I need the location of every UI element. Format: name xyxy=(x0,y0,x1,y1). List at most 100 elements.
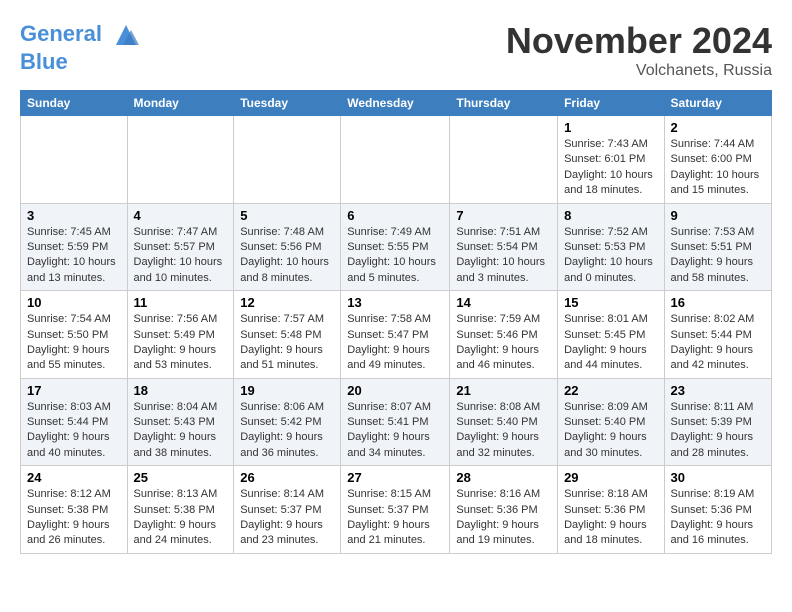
calendar-cell: 29 Sunrise: 8:18 AMSunset: 5:36 PMDayligh… xyxy=(558,466,664,554)
weekday-header-sunday: Sunday xyxy=(21,91,128,116)
day-number: 11 xyxy=(134,295,228,310)
title-block: November 2024 Volchanets, Russia xyxy=(506,20,772,80)
calendar-cell: 27 Sunrise: 8:15 AMSunset: 5:37 PMDayligh… xyxy=(341,466,450,554)
calendar-cell: 8 Sunrise: 7:52 AMSunset: 5:53 PMDaylight… xyxy=(558,203,664,291)
day-info: Sunrise: 7:48 AMSunset: 5:56 PMDaylight:… xyxy=(240,225,334,287)
calendar-week-1: 1 Sunrise: 7:43 AMSunset: 6:01 PMDaylight… xyxy=(21,116,772,204)
day-info: Sunrise: 7:45 AMSunset: 5:59 PMDaylight:… xyxy=(27,225,121,287)
calendar-cell: 24 Sunrise: 8:12 AMSunset: 5:38 PMDayligh… xyxy=(21,466,128,554)
day-info: Sunrise: 8:06 AMSunset: 5:42 PMDaylight:… xyxy=(240,400,334,462)
day-info: Sunrise: 8:16 AMSunset: 5:36 PMDaylight:… xyxy=(456,487,551,549)
day-number: 27 xyxy=(347,470,443,485)
day-number: 3 xyxy=(27,208,121,223)
day-number: 30 xyxy=(671,470,765,485)
calendar-cell: 9Sunrise: 7:53 AMSunset: 5:51 PMDaylight… xyxy=(664,203,771,291)
calendar-cell xyxy=(127,116,234,204)
day-number: 8 xyxy=(564,208,657,223)
day-info: Sunrise: 8:03 AMSunset: 5:44 PMDaylight:… xyxy=(27,400,121,462)
day-number: 6 xyxy=(347,208,443,223)
weekday-header-monday: Monday xyxy=(127,91,234,116)
calendar-cell: 13Sunrise: 7:58 AMSunset: 5:47 PMDayligh… xyxy=(341,291,450,379)
calendar-week-4: 17 Sunrise: 8:03 AMSunset: 5:44 PMDayligh… xyxy=(21,378,772,466)
calendar-cell: 2 Sunrise: 7:44 AMSunset: 6:00 PMDaylight… xyxy=(664,116,771,204)
calendar-cell: 26 Sunrise: 8:14 AMSunset: 5:37 PMDayligh… xyxy=(234,466,341,554)
month-title: November 2024 xyxy=(506,20,772,62)
day-info: Sunrise: 8:15 AMSunset: 5:37 PMDaylight:… xyxy=(347,487,443,549)
page-header: General Blue November 2024 Volchanets, R… xyxy=(20,20,772,80)
calendar-header: SundayMondayTuesdayWednesdayThursdayFrid… xyxy=(21,91,772,116)
calendar-week-2: 3 Sunrise: 7:45 AMSunset: 5:59 PMDaylight… xyxy=(21,203,772,291)
day-info: Sunrise: 8:12 AMSunset: 5:38 PMDaylight:… xyxy=(27,487,121,549)
day-info: Sunrise: 8:14 AMSunset: 5:37 PMDaylight:… xyxy=(240,487,334,549)
calendar-cell: 1 Sunrise: 7:43 AMSunset: 6:01 PMDaylight… xyxy=(558,116,664,204)
day-number: 21 xyxy=(456,383,551,398)
day-info: Sunrise: 7:44 AMSunset: 6:00 PMDaylight:… xyxy=(671,137,765,199)
day-number: 16 xyxy=(671,295,765,310)
weekday-header-saturday: Saturday xyxy=(664,91,771,116)
calendar-week-5: 24 Sunrise: 8:12 AMSunset: 5:38 PMDayligh… xyxy=(21,466,772,554)
day-info: Sunrise: 7:49 AMSunset: 5:55 PMDaylight:… xyxy=(347,225,443,287)
day-number: 14 xyxy=(456,295,551,310)
weekday-header-wednesday: Wednesday xyxy=(341,91,450,116)
day-info: Sunrise: 8:11 AMSunset: 5:39 PMDaylight:… xyxy=(671,400,765,462)
calendar-cell: 12 Sunrise: 7:57 AMSunset: 5:48 PMDayligh… xyxy=(234,291,341,379)
calendar-table: SundayMondayTuesdayWednesdayThursdayFrid… xyxy=(20,90,772,554)
day-info: Sunrise: 8:19 AMSunset: 5:36 PMDaylight:… xyxy=(671,487,765,549)
logo-text: General xyxy=(20,20,141,50)
day-number: 29 xyxy=(564,470,657,485)
weekday-header-row: SundayMondayTuesdayWednesdayThursdayFrid… xyxy=(21,91,772,116)
day-number: 1 xyxy=(564,120,657,135)
day-info: Sunrise: 7:57 AMSunset: 5:48 PMDaylight:… xyxy=(240,312,334,374)
day-number: 19 xyxy=(240,383,334,398)
day-info: Sunrise: 8:01 AMSunset: 5:45 PMDaylight:… xyxy=(564,312,657,374)
day-number: 10 xyxy=(27,295,121,310)
day-info: Sunrise: 7:47 AMSunset: 5:57 PMDaylight:… xyxy=(134,225,228,287)
day-number: 18 xyxy=(134,383,228,398)
weekday-header-tuesday: Tuesday xyxy=(234,91,341,116)
day-info: Sunrise: 7:59 AMSunset: 5:46 PMDaylight:… xyxy=(456,312,551,374)
day-info: Sunrise: 7:52 AMSunset: 5:53 PMDaylight:… xyxy=(564,225,657,287)
calendar-cell xyxy=(341,116,450,204)
logo: General Blue xyxy=(20,20,141,74)
day-info: Sunrise: 8:09 AMSunset: 5:40 PMDaylight:… xyxy=(564,400,657,462)
calendar-cell: 11Sunrise: 7:56 AMSunset: 5:49 PMDayligh… xyxy=(127,291,234,379)
day-info: Sunrise: 8:13 AMSunset: 5:38 PMDaylight:… xyxy=(134,487,228,549)
day-number: 9 xyxy=(671,208,765,223)
day-info: Sunrise: 8:02 AMSunset: 5:44 PMDaylight:… xyxy=(671,312,765,374)
day-number: 24 xyxy=(27,470,121,485)
calendar-cell: 5 Sunrise: 7:48 AMSunset: 5:56 PMDaylight… xyxy=(234,203,341,291)
calendar-cell: 17 Sunrise: 8:03 AMSunset: 5:44 PMDayligh… xyxy=(21,378,128,466)
day-number: 26 xyxy=(240,470,334,485)
day-number: 13 xyxy=(347,295,443,310)
calendar-cell: 18 Sunrise: 8:04 AMSunset: 5:43 PMDayligh… xyxy=(127,378,234,466)
weekday-header-friday: Friday xyxy=(558,91,664,116)
day-info: Sunrise: 7:43 AMSunset: 6:01 PMDaylight:… xyxy=(564,137,657,199)
calendar-cell xyxy=(234,116,341,204)
day-number: 15 xyxy=(564,295,657,310)
calendar-week-3: 10Sunrise: 7:54 AMSunset: 5:50 PMDayligh… xyxy=(21,291,772,379)
calendar-cell: 22 Sunrise: 8:09 AMSunset: 5:40 PMDayligh… xyxy=(558,378,664,466)
calendar-cell: 30 Sunrise: 8:19 AMSunset: 5:36 PMDayligh… xyxy=(664,466,771,554)
calendar-cell: 6 Sunrise: 7:49 AMSunset: 5:55 PMDaylight… xyxy=(341,203,450,291)
day-number: 22 xyxy=(564,383,657,398)
day-number: 2 xyxy=(671,120,765,135)
calendar-cell: 14 Sunrise: 7:59 AMSunset: 5:46 PMDayligh… xyxy=(450,291,558,379)
calendar-cell: 3 Sunrise: 7:45 AMSunset: 5:59 PMDaylight… xyxy=(21,203,128,291)
calendar-cell: 20 Sunrise: 8:07 AMSunset: 5:41 PMDayligh… xyxy=(341,378,450,466)
calendar-body: 1 Sunrise: 7:43 AMSunset: 6:01 PMDaylight… xyxy=(21,116,772,554)
day-info: Sunrise: 7:51 AMSunset: 5:54 PMDaylight:… xyxy=(456,225,551,287)
day-number: 17 xyxy=(27,383,121,398)
day-info: Sunrise: 8:07 AMSunset: 5:41 PMDaylight:… xyxy=(347,400,443,462)
calendar-cell xyxy=(450,116,558,204)
day-number: 12 xyxy=(240,295,334,310)
location: Volchanets, Russia xyxy=(506,62,772,80)
day-info: Sunrise: 8:08 AMSunset: 5:40 PMDaylight:… xyxy=(456,400,551,462)
day-number: 28 xyxy=(456,470,551,485)
day-info: Sunrise: 8:18 AMSunset: 5:36 PMDaylight:… xyxy=(564,487,657,549)
day-number: 5 xyxy=(240,208,334,223)
day-number: 20 xyxy=(347,383,443,398)
day-info: Sunrise: 8:04 AMSunset: 5:43 PMDaylight:… xyxy=(134,400,228,462)
calendar-cell: 7Sunrise: 7:51 AMSunset: 5:54 PMDaylight… xyxy=(450,203,558,291)
day-number: 4 xyxy=(134,208,228,223)
calendar-cell: 28 Sunrise: 8:16 AMSunset: 5:36 PMDayligh… xyxy=(450,466,558,554)
